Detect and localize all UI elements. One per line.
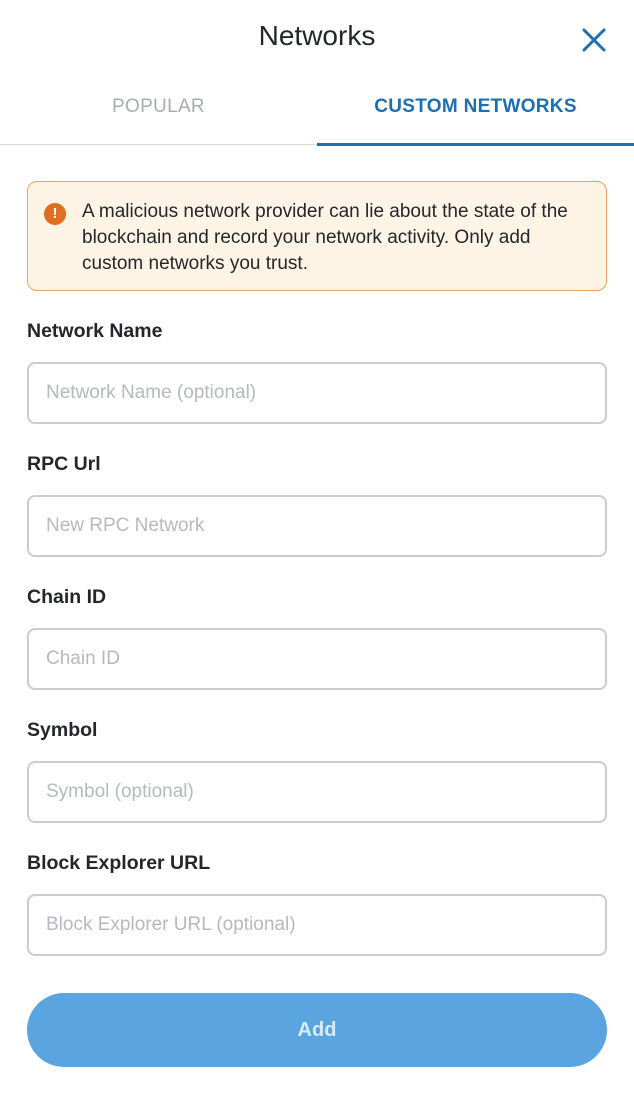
block-explorer-url-label: Block Explorer URL — [27, 852, 211, 874]
symbol-label: Symbol — [27, 719, 98, 741]
chain-id-label: Chain ID — [27, 586, 107, 608]
tab-custom-networks[interactable]: CUSTOM NETWORKS — [317, 76, 634, 146]
block-explorer-url-input[interactable] — [27, 894, 607, 956]
symbol-field: Symbol — [27, 719, 607, 823]
network-name-label: Network Name — [27, 320, 163, 342]
close-icon[interactable] — [580, 26, 608, 54]
chain-id-field: Chain ID — [27, 586, 607, 690]
exclamation-circle-icon: ! — [44, 203, 66, 225]
main-content: ! A malicious network provider can lie a… — [0, 145, 634, 1067]
symbol-input[interactable] — [27, 761, 607, 823]
header: Networks — [0, 0, 634, 76]
page-title: Networks — [258, 20, 376, 51]
warning-banner: ! A malicious network provider can lie a… — [27, 181, 607, 291]
warning-text: A malicious network provider can lie abo… — [82, 201, 568, 274]
rpc-url-field: RPC Url — [27, 453, 607, 557]
rpc-url-label: RPC Url — [27, 453, 101, 475]
tab-popular[interactable]: POPULAR — [0, 76, 317, 144]
tab-bar: POPULAR CUSTOM NETWORKS — [0, 76, 634, 146]
add-button[interactable]: Add — [27, 993, 607, 1067]
network-name-input[interactable] — [27, 362, 607, 424]
block-explorer-url-field: Block Explorer URL — [27, 852, 607, 956]
rpc-url-input[interactable] — [27, 495, 607, 557]
network-name-field: Network Name — [27, 320, 607, 424]
chain-id-input[interactable] — [27, 628, 607, 690]
